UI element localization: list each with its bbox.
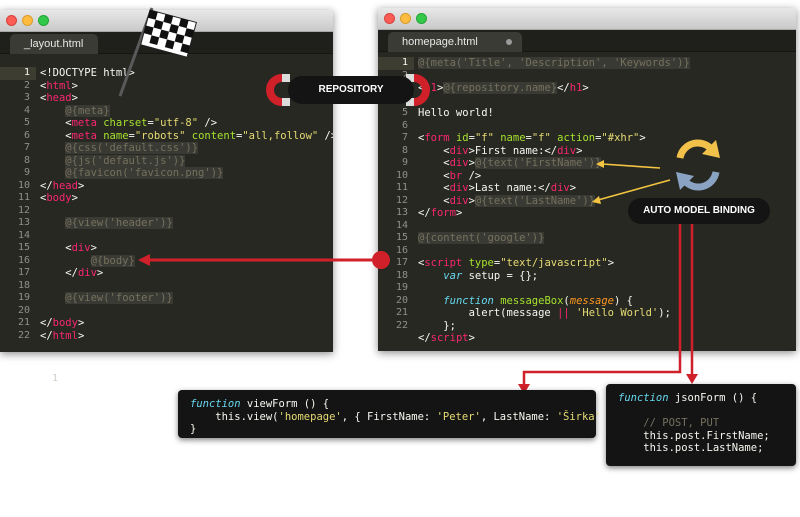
firstname-binding-arrowhead bbox=[596, 160, 604, 168]
code-token: 'Peter' bbox=[436, 410, 481, 423]
code-token: this.view( bbox=[190, 410, 279, 423]
code-line[interactable] bbox=[618, 405, 784, 418]
code-token: // POST, PUT bbox=[618, 417, 720, 429]
code-token: function bbox=[618, 392, 669, 404]
magnet-icon bbox=[266, 74, 290, 106]
code-token: viewForm () { bbox=[240, 398, 330, 410]
code-line[interactable]: function jsonForm () { bbox=[618, 392, 784, 405]
refresh-icon bbox=[676, 139, 720, 191]
code-token: this.post.FirstName; bbox=[618, 429, 770, 442]
code-token: 'homepage' bbox=[278, 410, 342, 423]
body-arrowhead bbox=[138, 254, 150, 266]
code-token: function bbox=[190, 398, 241, 410]
repository-label: REPOSITORY bbox=[288, 76, 414, 104]
code-token: jsonForm () { bbox=[668, 392, 758, 404]
body-arrow-origin-dot bbox=[372, 251, 390, 269]
checkered-flag-icon bbox=[118, 7, 197, 97]
code-token: , LastName: bbox=[480, 410, 557, 423]
code-line[interactable]: this.post.LastName; bbox=[618, 442, 784, 455]
firstname-binding-line bbox=[601, 163, 661, 169]
code-token: 'Širka' bbox=[556, 410, 601, 423]
lastname-binding-arrowhead bbox=[592, 196, 601, 204]
view-form-code-popup: function viewForm () { this.view('homepa… bbox=[178, 390, 626, 438]
code-line[interactable]: // POST, PUT bbox=[618, 417, 784, 430]
view-form-connector bbox=[522, 224, 682, 386]
code-token: } bbox=[190, 423, 197, 435]
code-token: this.post.LastName; bbox=[618, 442, 764, 454]
code-line[interactable]: function viewForm () { bbox=[190, 398, 584, 411]
code-token: , { FirstName: bbox=[341, 410, 437, 423]
lastname-binding-line bbox=[597, 179, 671, 201]
code-line[interactable]: this.post.FirstName; bbox=[618, 430, 784, 443]
json-form-arrowhead bbox=[686, 374, 698, 384]
code-line[interactable]: } bbox=[190, 423, 584, 436]
json-form-code-popup: function jsonForm () { // POST, PUT this… bbox=[606, 384, 796, 466]
auto-model-binding-label: AUTO MODEL BINDING bbox=[628, 198, 770, 224]
code-line[interactable]: this.view('homepage', { FirstName: 'Pete… bbox=[190, 410, 626, 424]
